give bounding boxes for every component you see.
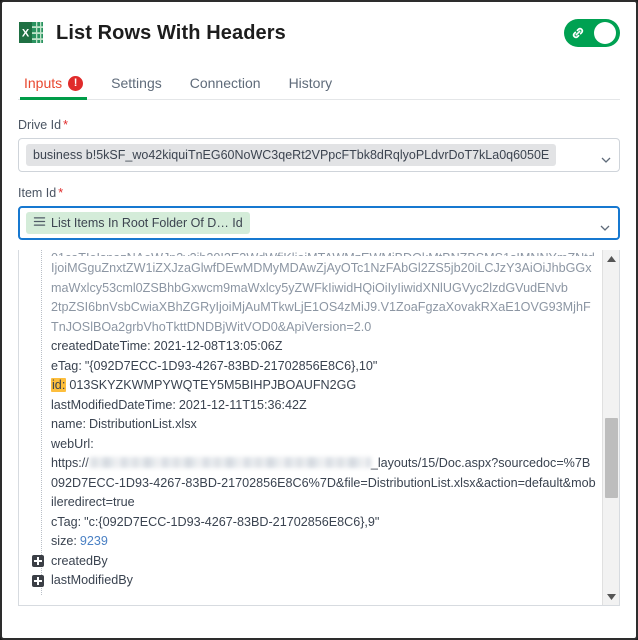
json-field-ctag: cTag: "c:{092D7ECC-1D93-4267-83BD-2170285…: [51, 514, 380, 529]
json-value: 013SKYZKWMPYWQTEY5M5BIHPJBOAUFN2GG: [69, 378, 357, 392]
json-value: 9239: [79, 534, 108, 548]
json-blob-line: 2tpZSI6bnVsbCwiaXBhZGRyIjoiMjAuMTkwLjE1O…: [51, 300, 591, 314]
json-node-lastmodifiedby[interactable]: lastModifiedBy: [32, 571, 596, 591]
chevron-down-icon[interactable]: [601, 152, 611, 163]
tab-connection[interactable]: Connection: [176, 75, 275, 100]
json-node-label: lastModifiedBy: [51, 573, 133, 587]
json-key: createdDateTime: [51, 339, 148, 353]
json-key: webUrl: [51, 436, 91, 451]
item-id-label-text: Item Id: [18, 186, 57, 200]
json-key: name: [51, 417, 83, 431]
json-node-createdby[interactable]: createdBy: [32, 552, 596, 572]
json-field-lastmodifieddatetime: lastModifiedDateTime: 2021-12-11T15:36:42…: [51, 397, 307, 412]
page-title: List Rows With Headers: [56, 21, 286, 44]
json-value: 2021-12-08T13:05:06Z: [153, 339, 283, 353]
panel-header: X List Rows With Headers: [2, 2, 636, 64]
json-scrollbar[interactable]: [602, 250, 619, 605]
json-value: DistributionList.xlsx: [89, 417, 197, 431]
inputs-error-badge: !: [68, 75, 84, 91]
json-clipped-line: 01caTIoIsnazNAeWJp3y3jb20I2E3WdWfiKljoiM…: [51, 250, 596, 256]
chain-link-icon: [570, 25, 586, 41]
json-key: cTag: [51, 514, 78, 529]
tab-inputs-label: Inputs: [24, 75, 63, 91]
tab-history-label: History: [288, 75, 333, 91]
json-key-highlighted: id:: [51, 378, 67, 392]
expand-plus-icon[interactable]: [32, 574, 44, 587]
json-field-etag: eTag: "{092D7ECC-1D93-4267-83BD-21702856E…: [51, 358, 378, 373]
chevron-down-icon[interactable]: [600, 220, 610, 231]
json-content: 01caTIoIsnazNAeWJp3y3jb20I2E3WdWfiKljoiM…: [19, 250, 596, 591]
json-value: 2021-12-11T15:36:42Z: [178, 397, 307, 412]
expand-plus-icon[interactable]: [32, 555, 44, 568]
json-field-createddatetime: createdDateTime: 2021-12-08T13:05:06Z: [51, 339, 283, 353]
redacted-host: [88, 457, 371, 468]
tab-settings[interactable]: Settings: [97, 75, 176, 100]
item-id-label: Item Id *: [18, 186, 620, 200]
drive-id-label: Drive Id *: [18, 118, 620, 132]
json-field-name: name: DistributionList.xlsx: [51, 417, 197, 431]
scroll-down-arrow[interactable]: [603, 588, 619, 605]
tab-settings-label: Settings: [111, 75, 162, 91]
drive-id-value-chip: business b!5kSF_wo42kiquiTnEG60NoWC3qeRt…: [26, 144, 557, 166]
scroll-up-arrow[interactable]: [603, 250, 619, 267]
json-value: "c:{092D7ECC-1D93-4267-83BD-21702856E8C6…: [84, 514, 380, 529]
json-key: size: [51, 534, 74, 548]
node-config-panel: X List Rows With Headers Inputs ! Settin…: [0, 0, 638, 640]
item-id-value-chip: List Items In Root Folder Of D… Id: [26, 212, 250, 234]
excel-icon: X: [18, 19, 44, 47]
toggle-knob: [594, 22, 616, 44]
json-node-label: createdBy: [51, 553, 108, 568]
tab-inputs[interactable]: Inputs !: [18, 75, 97, 100]
drive-id-required-marker: *: [63, 118, 68, 132]
json-value: "{092D7ECC-1D93-4267-83BD-21702856E8C6},…: [84, 358, 378, 373]
json-field-id: id: 013SKYZKWMPYWQTEY5M5BIHPJBOAUFN2GG: [51, 376, 596, 396]
tab-history[interactable]: History: [275, 75, 347, 100]
json-field-size: size: 9239: [51, 534, 108, 548]
item-id-select[interactable]: List Items In Root Folder Of D… Id: [18, 206, 620, 240]
scrollbar-thumb[interactable]: [605, 418, 618, 498]
tab-connection-label: Connection: [189, 75, 261, 91]
weburl-prefix: https://: [51, 456, 89, 470]
drive-id-select[interactable]: business b!5kSF_wo42kiquiTnEG60NoWC3qeRt…: [18, 138, 620, 172]
tab-bar: Inputs ! Settings Connection History: [2, 64, 636, 100]
json-key: lastModifiedDateTime: [51, 397, 173, 412]
drive-id-label-text: Drive Id: [18, 118, 62, 132]
enable-toggle[interactable]: [564, 19, 620, 47]
json-field-weburl-value: https://_layouts/15/Doc.aspx?sourcedoc=%…: [51, 454, 596, 513]
list-icon: [33, 216, 46, 230]
json-key-text: id: [52, 378, 62, 392]
tree-indent-guide: [41, 250, 42, 595]
json-output-viewer: 01caTIoIsnazNAeWJp3y3jb20I2E3WdWfiKljoiM…: [18, 250, 620, 606]
svg-text:X: X: [22, 28, 30, 40]
item-id-chip-text: List Items In Root Folder Of D… Id: [51, 216, 243, 230]
inputs-form: Drive Id * business b!5kSF_wo42kiquiTnEG6…: [2, 100, 636, 240]
json-blob-line: TnJOSlBOa2grbVhoTkttDNDBjWitVOD0&ApiVers…: [51, 319, 372, 334]
json-scroll-area[interactable]: 01caTIoIsnazNAeWJp3y3jb20I2E3WdWfiKljoiM…: [19, 250, 602, 605]
item-id-required-marker: *: [58, 186, 64, 200]
json-blob-line: maWxlcy53cml0ZSBhbGxwcm9maWxlcy5yZWFkIiw…: [51, 280, 568, 295]
json-blob-line: IjoiMGguZnxtZW1iZXJzaGlwfDEwMDMyMDAwZjAy…: [51, 261, 592, 275]
json-key: eTag: [51, 358, 79, 373]
json-field-weburl-key: webUrl:: [51, 436, 94, 451]
